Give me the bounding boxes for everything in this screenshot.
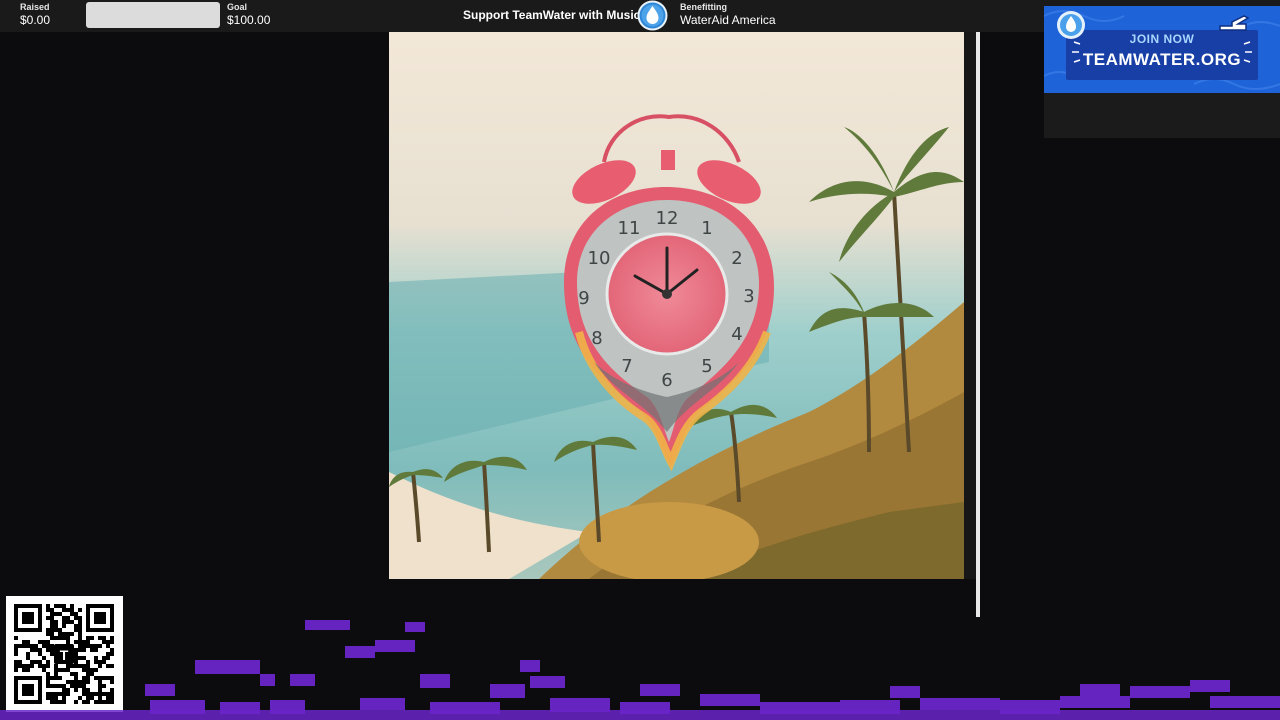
visualizer-bar xyxy=(1190,680,1230,692)
qr-module xyxy=(46,604,50,608)
svg-text:11: 11 xyxy=(618,218,641,239)
visualizer-bar xyxy=(420,674,450,688)
qr-module xyxy=(62,604,66,608)
svg-text:10: 10 xyxy=(588,248,611,269)
benefit-label: Benefitting xyxy=(680,2,727,12)
visualizer-bar xyxy=(1060,696,1130,708)
qr-module xyxy=(58,604,62,608)
album-artwork: 12 1 2 3 4 5 6 7 8 9 10 11 xyxy=(389,32,964,579)
visualizer-bar xyxy=(360,698,405,710)
visualizer-bar xyxy=(1210,696,1280,708)
visualizer-bar xyxy=(375,640,415,652)
raised-value: $0.00 xyxy=(20,13,51,27)
visualizer-bar xyxy=(1130,686,1190,698)
banner-footer xyxy=(1044,93,1280,138)
campaign-title[interactable]: Support TeamWater with Music xyxy=(463,8,640,22)
visualizer-bar xyxy=(920,698,1000,710)
visualizer-bar xyxy=(0,710,1280,720)
visualizer-bar xyxy=(490,684,525,698)
divider-line xyxy=(976,32,980,617)
audio-visualizer xyxy=(0,620,1280,720)
join-banner[interactable]: JOIN NOW TEAMWATER.ORG xyxy=(1044,6,1280,93)
raised-label: Raised xyxy=(20,2,50,12)
visualizer-bar xyxy=(640,684,680,696)
qr-module xyxy=(102,604,106,608)
visualizer-bar xyxy=(550,698,610,712)
pointing-hand-icon xyxy=(1219,15,1250,31)
visualizer-bar xyxy=(700,694,760,706)
goal-value: $100.00 xyxy=(227,13,271,27)
qr-module xyxy=(22,604,26,608)
visualizer-bar xyxy=(195,660,260,674)
visualizer-bar xyxy=(1080,684,1120,696)
qr-module xyxy=(54,604,58,608)
benefit-stat: Benefitting WaterAid America xyxy=(680,2,776,28)
visualizer-bar xyxy=(405,622,425,632)
svg-text:12: 12 xyxy=(656,208,679,229)
visualizer-bar xyxy=(305,620,350,630)
qr-module xyxy=(14,604,18,608)
qr-module xyxy=(70,604,74,608)
water-drop-icon xyxy=(637,0,668,31)
svg-text:3: 3 xyxy=(743,286,754,307)
banner-url[interactable]: TEAMWATER.ORG xyxy=(1044,50,1280,70)
raised-stat: Raised $0.00 xyxy=(20,2,50,28)
svg-text:7: 7 xyxy=(621,356,632,377)
banner-kicker: JOIN NOW xyxy=(1129,32,1195,46)
qr-module xyxy=(110,604,114,608)
svg-text:5: 5 xyxy=(701,356,712,377)
qr-module xyxy=(90,604,94,608)
qr-module xyxy=(18,604,22,608)
visualizer-bar xyxy=(290,674,315,686)
visualizer-bar xyxy=(530,676,565,688)
visualizer-bar xyxy=(145,684,175,696)
visualizer-bar xyxy=(260,674,275,686)
svg-text:8: 8 xyxy=(591,328,602,349)
qr-module xyxy=(30,604,34,608)
svg-text:2: 2 xyxy=(731,248,742,269)
qr-module xyxy=(26,604,30,608)
donation-progress-bar xyxy=(86,2,220,28)
qr-module xyxy=(98,604,102,608)
visualizer-bar xyxy=(890,686,920,698)
qr-module xyxy=(38,604,42,608)
svg-text:6: 6 xyxy=(661,370,672,391)
qr-module xyxy=(94,604,98,608)
qr-module xyxy=(86,604,90,608)
qr-module xyxy=(34,604,38,608)
artwork-shadow xyxy=(964,32,976,579)
qr-module xyxy=(106,604,110,608)
visualizer-bar xyxy=(520,660,540,672)
svg-text:4: 4 xyxy=(731,324,742,345)
visualizer-bar xyxy=(345,646,375,658)
goal-stat: Goal $100.00 xyxy=(227,2,270,28)
goal-label: Goal xyxy=(227,2,248,12)
svg-text:9: 9 xyxy=(578,288,589,309)
benefit-value: WaterAid America xyxy=(680,13,776,27)
svg-text:1: 1 xyxy=(701,218,712,239)
